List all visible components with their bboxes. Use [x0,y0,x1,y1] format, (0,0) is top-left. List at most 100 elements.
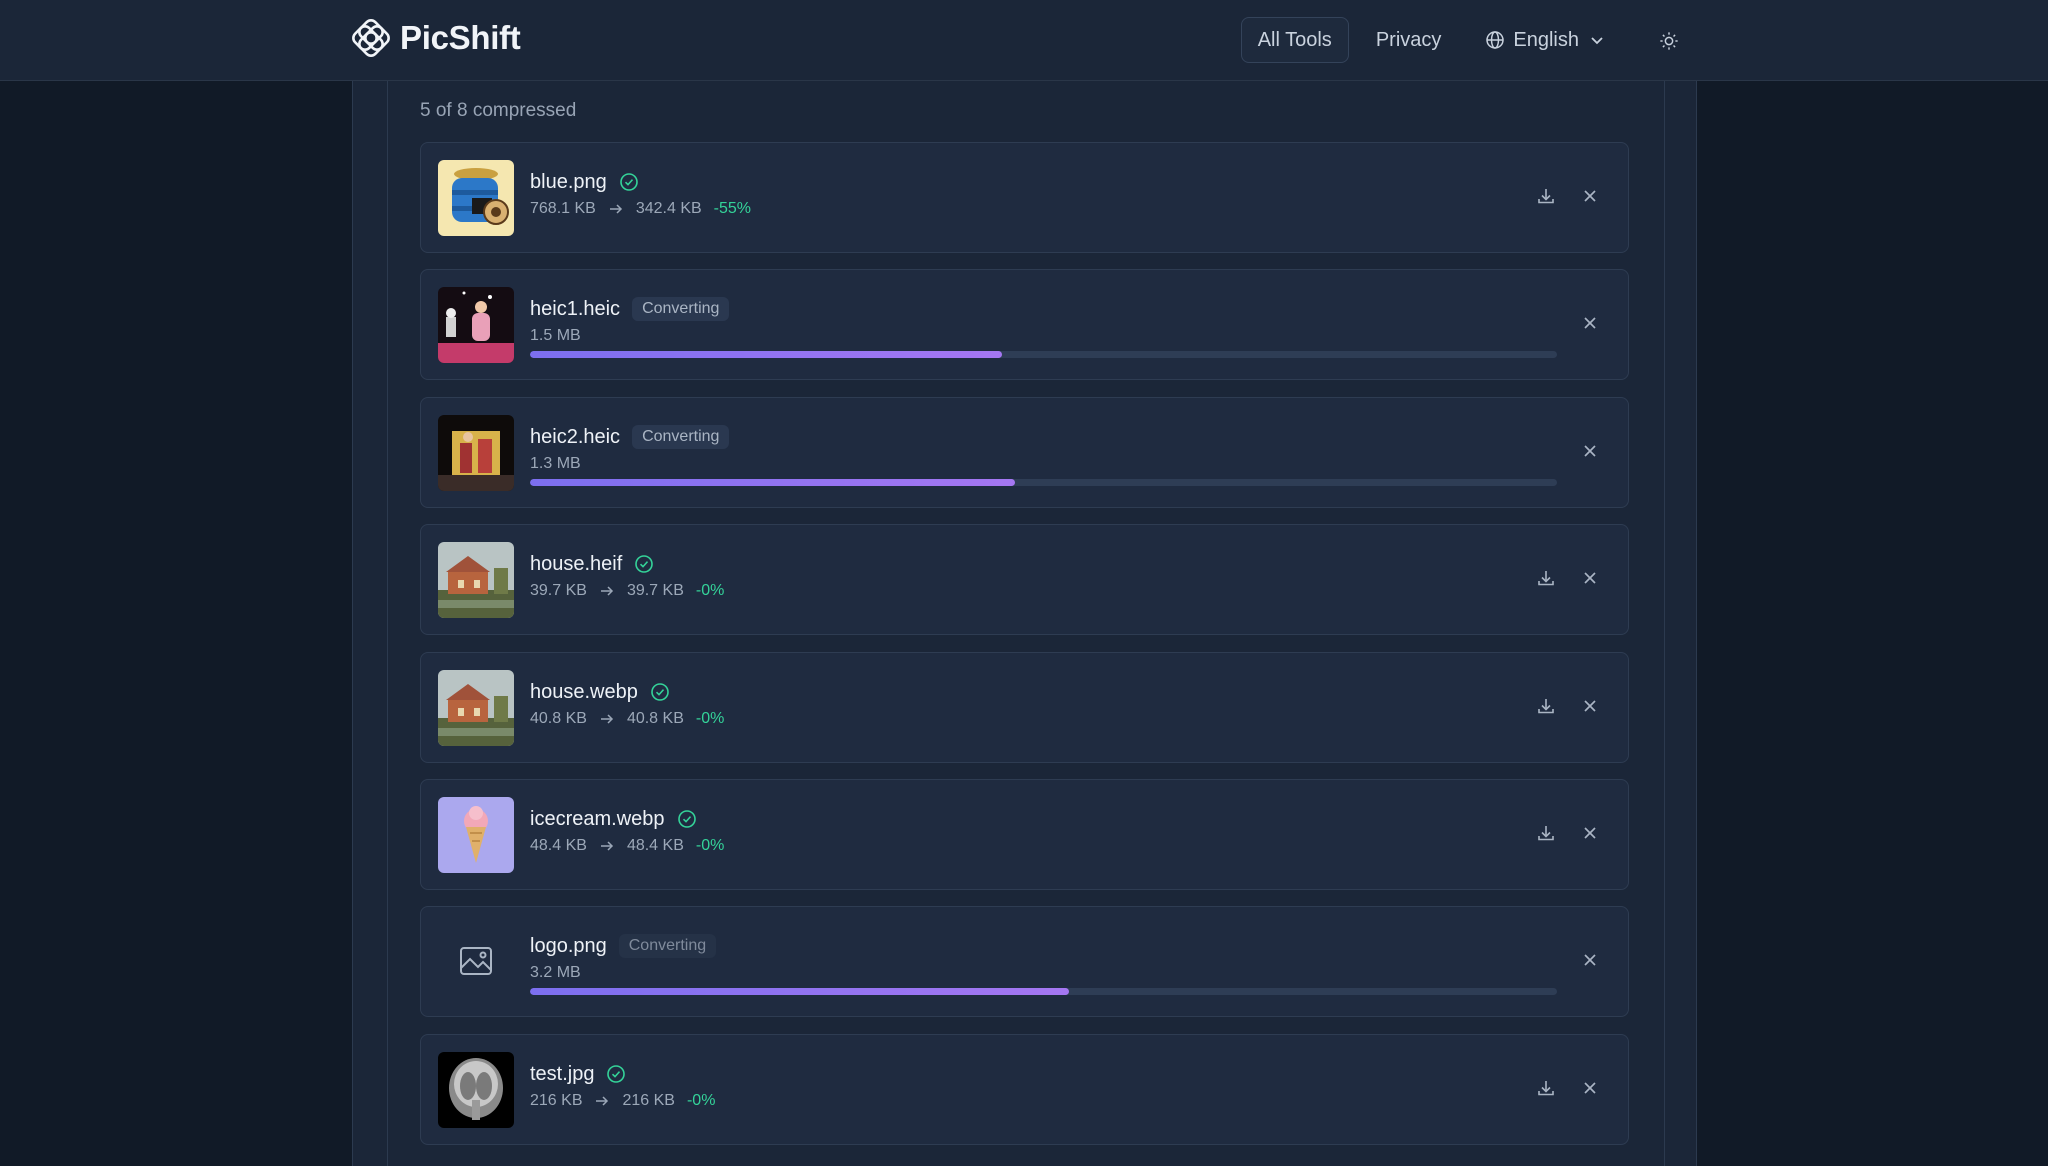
chevron-down-icon [1587,30,1607,50]
check-circle-icon [650,682,670,702]
remove-file-button[interactable] [1576,565,1604,593]
file-size: 3.2 MB [530,964,581,981]
close-icon [1581,824,1599,845]
remove-file-button[interactable] [1576,947,1604,975]
file-thumbnail [438,287,514,363]
status-badge: Converting [632,425,730,449]
file-thumbnail [438,1052,514,1128]
download-button[interactable] [1532,565,1560,593]
file-card: icecream.webp 48.4 KB 48.4 KB -0% [420,779,1629,890]
file-size-info: 3.2 MB [530,964,1558,982]
size-change-percent: -0% [686,1092,716,1109]
file-size-info: 216 KB 216 KB -0% [530,1092,1558,1110]
file-name: blue.png [530,170,607,193]
file-thumbnail [438,670,514,746]
download-button[interactable] [1532,693,1560,721]
file-size-info: 1.3 MB [530,455,1558,473]
arrow-right-icon [608,201,624,217]
file-card: heic2.heic Converting 1.3 MB [420,397,1629,508]
check-circle-icon [634,554,654,574]
progress-fill [530,479,1015,486]
remove-file-button[interactable] [1576,438,1604,466]
status-badge: Converting [618,934,717,958]
remove-file-button[interactable] [1576,1075,1604,1103]
compressed-size: 39.7 KB [626,582,684,599]
file-name-row: house.heif [530,551,1558,577]
download-button[interactable] [1532,1075,1560,1103]
language-label: English [1513,28,1579,51]
close-icon [1581,442,1599,463]
file-name-row: blue.png [530,169,1558,195]
picshift-logo-icon [352,19,390,57]
compressed-size: 216 KB [622,1092,675,1109]
image-placeholder-icon [438,924,514,1000]
download-button[interactable] [1532,820,1560,848]
size-change-percent: -0% [695,837,725,854]
size-change-percent: -55% [713,200,752,217]
file-name: heic1.heic [530,297,621,320]
progress-bar [530,988,1557,995]
file-info: icecream.webp 48.4 KB 48.4 KB -0% [530,806,1558,855]
top-bar: PicShift All Tools Privacy English [0,0,2048,81]
file-info: blue.png 768.1 KB 342.4 KB -55% [530,169,1558,218]
globe-icon [1485,30,1505,50]
brand-name: PicShift [400,19,521,56]
file-thumbnail [438,415,514,491]
download-icon [1536,186,1556,209]
download-icon [1536,1078,1556,1101]
file-name-row: house.webp [530,679,1558,705]
remove-file-button[interactable] [1576,820,1604,848]
file-size-info: 1.5 MB [530,327,1558,345]
size-change-percent: -0% [695,710,725,727]
download-icon [1536,568,1556,591]
check-circle-icon [606,1064,626,1084]
file-name: house.webp [530,680,638,703]
file-size-info: 40.8 KB 40.8 KB -0% [530,710,1558,728]
arrow-right-icon [599,583,615,599]
file-thumbnail [438,542,514,618]
file-card: logo.png Converting 3.2 MB [420,906,1629,1017]
close-icon [1581,187,1599,208]
close-icon [1581,697,1599,718]
remove-file-button[interactable] [1576,693,1604,721]
file-info: heic1.heic Converting 1.5 MB [530,296,1558,345]
file-card: house.heif 39.7 KB 39.7 KB -0% [420,524,1629,635]
remove-file-button[interactable] [1576,310,1604,338]
file-card: blue.png 768.1 KB 342.4 KB -55% [420,142,1629,253]
status-badge: Converting [632,297,730,321]
original-size: 48.4 KB [530,837,587,854]
privacy-link[interactable]: Privacy [1359,17,1459,63]
close-icon [1581,314,1599,335]
file-thumbnail [438,797,514,873]
download-icon [1536,823,1556,846]
original-size: 216 KB [530,1092,583,1109]
file-name: icecream.webp [530,807,665,830]
theme-toggle-button[interactable] [1646,17,1692,63]
progress-bar [530,479,1557,486]
sun-icon [1659,30,1679,50]
file-card: test.jpg 216 KB 216 KB -0% [420,1034,1629,1145]
file-size-info: 48.4 KB 48.4 KB -0% [530,837,1558,855]
progress-bar [530,351,1557,358]
compressed-size: 48.4 KB [626,837,684,854]
file-size: 1.3 MB [530,455,581,472]
all-tools-button[interactable]: All Tools [1240,17,1349,63]
file-name-row: heic1.heic Converting [530,296,1558,322]
file-info: logo.png Converting 3.2 MB [530,933,1558,982]
size-change-percent: -0% [695,582,725,599]
close-icon [1581,951,1599,972]
file-info: house.webp 40.8 KB 40.8 KB -0% [530,679,1558,728]
progress-fill [530,988,1070,995]
brand[interactable]: PicShift [352,19,521,57]
original-size: 40.8 KB [530,710,587,727]
file-name: house.heif [530,552,623,575]
download-button[interactable] [1532,183,1560,211]
remove-file-button[interactable] [1576,183,1604,211]
check-circle-icon [677,809,697,829]
file-name-row: logo.png Converting [530,933,1558,959]
file-name: test.jpg [530,1062,595,1085]
language-selector[interactable]: English [1468,17,1624,63]
compression-summary: 5 of 8 compressed [420,100,577,121]
file-name: logo.png [530,934,607,957]
file-info: heic2.heic Converting 1.3 MB [530,424,1558,473]
